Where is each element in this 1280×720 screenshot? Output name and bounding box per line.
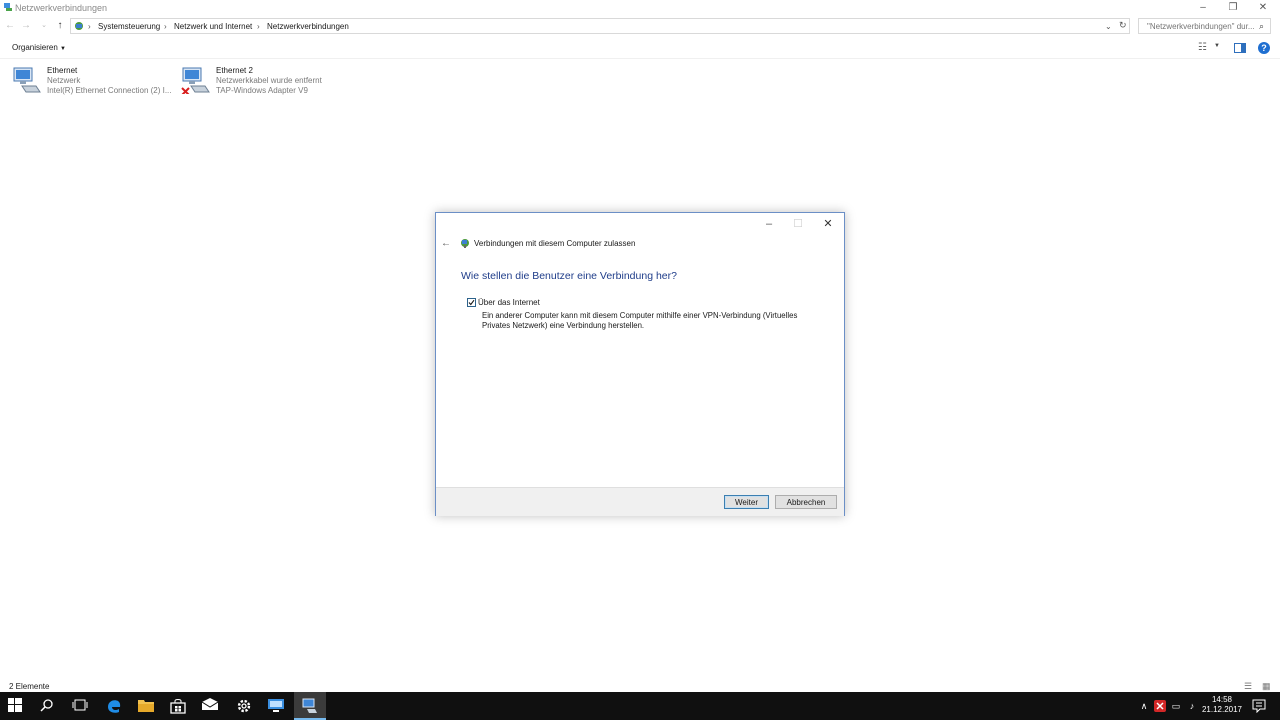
status-bar: 2 Elemente ☰ ▦ — [0, 680, 1280, 692]
change-view-icon[interactable]: ☷ — [1198, 42, 1207, 53]
search-icon[interactable]: ⌕ — [1259, 21, 1264, 32]
refresh-icon[interactable]: ↻ — [1119, 20, 1127, 31]
window-title: Netzwerkverbindungen — [15, 3, 108, 13]
task-view-icon — [72, 699, 88, 711]
incoming-connection-dialog: – ☐ ✕ ← Verbindungen mit diesem Computer… — [435, 212, 845, 516]
command-bar: Organisieren ▼ ☷ ▼ ? — [0, 38, 1280, 59]
store-bag-icon — [170, 699, 186, 714]
maximize-button[interactable]: ❐ — [1218, 0, 1248, 16]
organize-menu-button[interactable]: Organisieren ▼ — [12, 43, 66, 52]
show-hidden-icons-chevron-icon[interactable]: ∧ — [1138, 700, 1150, 712]
item-count: 2 Elemente — [9, 682, 50, 691]
folder-icon — [138, 700, 154, 712]
taskbar-store[interactable] — [162, 692, 194, 720]
taskbar-mail[interactable] — [194, 692, 226, 720]
minimize-button[interactable]: – — [1188, 0, 1218, 16]
search-icon — [40, 699, 53, 712]
breadcrumb-systemsteuerung[interactable]: Systemsteuerung — [98, 22, 160, 31]
breadcrumb-separator-icon: › — [257, 22, 260, 31]
item-status: Netzwerkkabel wurde entfernt — [216, 76, 322, 85]
help-icon[interactable]: ? — [1258, 42, 1270, 54]
windows-logo-icon — [8, 698, 22, 712]
clock[interactable]: 14:58 21.12.2017 — [1200, 695, 1244, 715]
edge-browser-icon — [108, 700, 121, 713]
network-adapter-disconnected-icon — [181, 67, 210, 94]
address-bar[interactable]: › Systemsteuerung › Netzwerk und Interne… — [70, 18, 1130, 34]
network-connections-icon — [4, 3, 12, 11]
item-name: Ethernet 2 — [216, 66, 253, 75]
security-alert-icon[interactable] — [1154, 700, 1166, 712]
details-view-icon[interactable]: ☰ — [1244, 681, 1252, 692]
taskbar-file-explorer[interactable] — [130, 692, 162, 720]
vpn-description: Ein anderer Computer kann mit diesem Com… — [482, 311, 798, 330]
dialog-close-button[interactable]: ✕ — [813, 216, 843, 232]
back-arrow-icon[interactable]: ← — [4, 19, 16, 33]
start-button[interactable] — [0, 692, 32, 720]
taskbar-settings[interactable] — [228, 692, 260, 720]
dialog-heading: Wie stellen die Benutzer eine Verbindung… — [461, 270, 677, 282]
clock-time: 14:58 — [1211, 695, 1233, 704]
dialog-footer: Weiter Abbrechen — [436, 487, 844, 516]
network-connections-icon — [302, 698, 317, 713]
network-item-ethernet[interactable]: Ethernet Netzwerk Intel(R) Ethernet Conn… — [12, 64, 172, 100]
breadcrumb-netzwerk-und-internet[interactable]: Netzwerk und Internet — [174, 22, 252, 31]
view-options-chevron-icon[interactable]: ▼ — [1214, 43, 1220, 49]
item-adapter: TAP-Windows Adapter V9 — [216, 86, 308, 95]
preview-pane-icon[interactable] — [1234, 43, 1246, 53]
control-panel-icon — [75, 22, 83, 30]
breadcrumb-netzwerkverbindungen[interactable]: Netzwerkverbindungen — [267, 22, 349, 31]
address-row: ← → ⌄ ↑ › Systemsteuerung › Netzwerk und… — [0, 17, 1280, 35]
svg-text:?: ? — [1261, 43, 1267, 53]
taskbar-remote-desktop[interactable] — [260, 692, 292, 720]
item-name: Ethernet — [47, 66, 78, 75]
mail-icon — [202, 698, 218, 710]
action-center-icon[interactable] — [1252, 699, 1266, 713]
next-button[interactable]: Weiter — [724, 495, 769, 509]
clock-date: 21.12.2017 — [1201, 705, 1243, 714]
item-adapter: Intel(R) Ethernet Connection (2) I... — [47, 86, 172, 95]
task-view-button[interactable] — [64, 692, 96, 720]
taskbar: ∧ ▭ ♪ 14:58 21.12.2017 — [0, 692, 1280, 720]
close-button[interactable]: ✕ — [1248, 0, 1278, 16]
forward-arrow-icon[interactable]: → — [20, 19, 32, 33]
via-internet-checkbox[interactable] — [467, 298, 476, 307]
item-status: Netzwerk — [47, 76, 81, 85]
window-title-bar: Netzwerkverbindungen – ❐ ✕ — [0, 0, 1280, 16]
network-wizard-icon — [461, 239, 469, 248]
network-adapter-icon — [13, 67, 41, 93]
breadcrumb-separator-icon: › — [164, 22, 167, 31]
taskbar-edge[interactable] — [98, 692, 130, 720]
checkmark-icon — [468, 299, 475, 306]
volume-icon[interactable]: ♪ — [1186, 700, 1198, 712]
recent-locations-chevron-icon[interactable]: ⌄ — [38, 19, 50, 33]
taskbar-search-button[interactable] — [32, 692, 64, 720]
monitor-icon — [268, 699, 284, 712]
address-dropdown-chevron-icon[interactable]: ⌄ — [1105, 22, 1112, 31]
search-input[interactable] — [1145, 21, 1261, 32]
network-item-ethernet-2[interactable]: Ethernet 2 Netzwerkkabel wurde entfernt … — [181, 64, 341, 100]
search-box[interactable]: ⌕ — [1138, 18, 1271, 34]
back-arrow-icon[interactable]: ← — [441, 238, 451, 249]
dialog-maximize-button: ☐ — [793, 218, 803, 230]
via-internet-label[interactable]: Über das Internet — [478, 298, 540, 307]
breadcrumb-separator-icon: › — [88, 22, 91, 31]
gear-icon — [237, 699, 251, 713]
up-arrow-icon[interactable]: ↑ — [54, 19, 66, 33]
chevron-down-icon: ▼ — [60, 46, 66, 52]
cancel-button[interactable]: Abbrechen — [775, 495, 837, 509]
taskbar-network-connections-active[interactable] — [294, 692, 326, 720]
dialog-title: Verbindungen mit diesem Computer zulasse… — [474, 239, 636, 248]
network-tray-icon[interactable]: ▭ — [1170, 700, 1182, 712]
dialog-minimize-button[interactable]: – — [754, 216, 784, 232]
organize-label: Organisieren — [12, 43, 58, 52]
large-icons-view-icon[interactable]: ▦ — [1262, 681, 1271, 692]
